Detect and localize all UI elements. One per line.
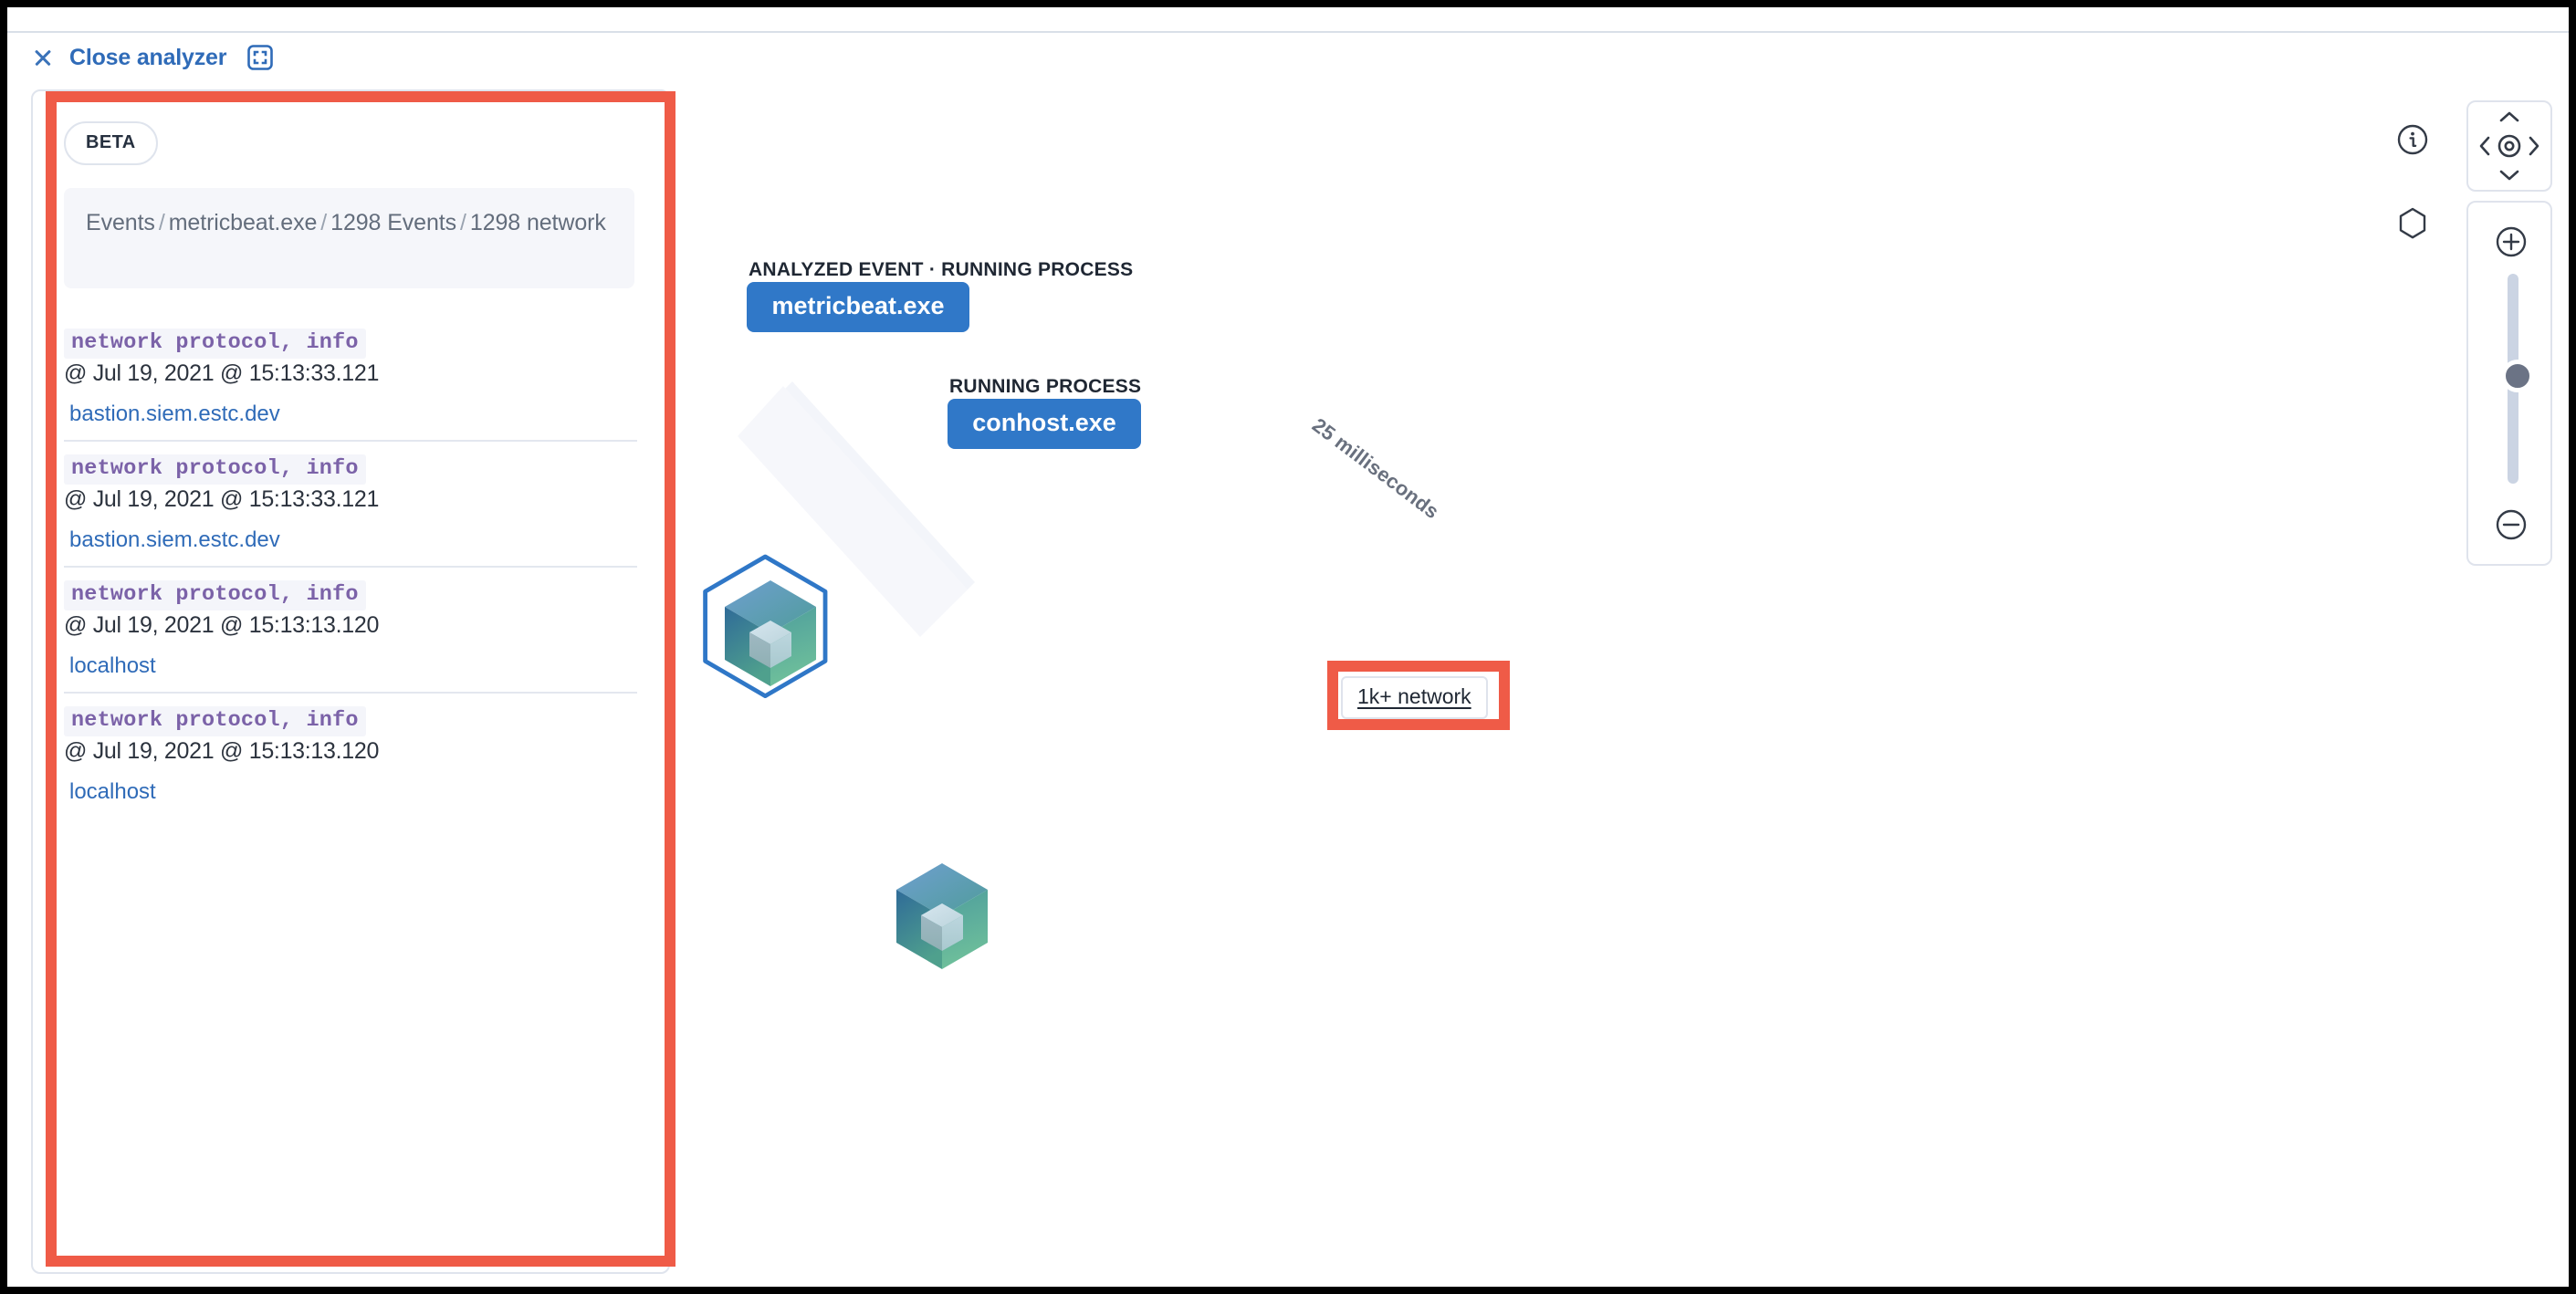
breadcrumb-container: Events / metricbeat.exe/1298 Events/1298 n… xyxy=(64,188,634,288)
beta-badge: BETA xyxy=(64,121,158,165)
screenshot-frame: Close analyzer BETA Events / metricbeat.ex… xyxy=(0,0,2576,1294)
node-label-conhost[interactable]: conhost.exe xyxy=(948,399,1141,449)
pan-control-panel xyxy=(2466,100,2552,192)
breadcrumb-part-events-count[interactable]: 1298 Events xyxy=(330,210,456,235)
event-kind-badge: network protocol, info xyxy=(64,454,366,485)
top-divider-bar xyxy=(7,7,2569,33)
hexagon-legend-icon[interactable] xyxy=(2393,204,2432,243)
zoom-control-panel xyxy=(2466,201,2552,566)
event-timestamp: @ Jul 19, 2021 @ 15:13:13.120 xyxy=(64,612,380,638)
breadcrumb-separator: / xyxy=(158,210,165,235)
event-host-link[interactable]: localhost xyxy=(69,653,637,679)
breadcrumb-separator: / xyxy=(460,210,466,235)
related-events-pill[interactable]: 1k+ network xyxy=(1341,676,1488,719)
event-kind-badge: network protocol, info xyxy=(64,706,366,736)
breadcrumb-separator: / xyxy=(320,210,328,235)
analyzer-header: Close analyzer xyxy=(7,33,2569,89)
node-title-analyzed-event: ANALYZED EVENT · RUNNING PROCESS xyxy=(749,259,1134,280)
breadcrumb-part-events[interactable]: Events xyxy=(86,210,155,235)
chevron-left-icon xyxy=(2479,136,2490,156)
list-item[interactable]: network protocol, info @ Jul 19, 2021 @ … xyxy=(64,694,637,819)
list-item[interactable]: network protocol, info @ Jul 19, 2021 @ … xyxy=(64,442,637,568)
event-timestamp: @ Jul 19, 2021 @ 15:13:13.120 xyxy=(64,738,380,764)
analyzer-page: Close analyzer BETA Events / metricbeat.ex… xyxy=(7,7,2569,1287)
edge-duration-label: 25 milliseconds xyxy=(1307,413,1444,524)
fullscreen-icon[interactable] xyxy=(246,44,274,71)
pan-control-icons xyxy=(2479,111,2539,181)
node-label-metricbeat[interactable]: metricbeat.exe xyxy=(747,282,969,332)
close-analyzer-button[interactable]: Close analyzer xyxy=(31,44,274,71)
list-item[interactable]: network protocol, info @ Jul 19, 2021 @ … xyxy=(64,316,637,442)
breadcrumb: Events / metricbeat.exe/1298 Events/1298 n… xyxy=(86,208,613,238)
list-item[interactable]: network protocol, info @ Jul 19, 2021 @ … xyxy=(64,568,637,694)
events-panel-content: BETA Events / metricbeat.exe/1298 Events/1… xyxy=(33,91,668,1272)
zoom-out-minus-icon[interactable] xyxy=(2492,506,2530,548)
event-kind-badge: network protocol, info xyxy=(64,580,366,610)
panel-horizontal-scrollbar[interactable] xyxy=(68,1258,632,1265)
events-panel: BETA Events / metricbeat.exe/1298 Events/1… xyxy=(31,89,670,1274)
zoom-slider-thumb[interactable] xyxy=(2501,360,2534,392)
chevron-down-icon xyxy=(2499,170,2519,181)
breadcrumb-part-network-count[interactable]: 1298 network xyxy=(470,210,606,235)
process-graph-canvas[interactable]: 25 milliseconds ANALYZED EVENT · RUNNING… xyxy=(683,89,2569,1287)
event-timestamp: @ Jul 19, 2021 @ 15:13:33.121 xyxy=(64,486,380,512)
related-events-pill-label: 1k+ network xyxy=(1357,684,1471,708)
close-x-icon xyxy=(31,46,55,69)
event-host-link[interactable]: bastion.siem.estc.dev xyxy=(69,527,637,553)
center-target-icon xyxy=(2497,134,2521,158)
event-list: network protocol, info @ Jul 19, 2021 @ … xyxy=(33,316,668,819)
event-host-link[interactable]: localhost xyxy=(69,779,637,805)
chevron-right-icon xyxy=(2529,136,2539,156)
event-timestamp: @ Jul 19, 2021 @ 15:13:33.121 xyxy=(64,360,380,386)
close-analyzer-label: Close analyzer xyxy=(69,44,227,70)
event-kind-badge: network protocol, info xyxy=(64,329,366,359)
chevron-up-icon xyxy=(2499,111,2519,122)
event-host-link[interactable]: bastion.siem.estc.dev xyxy=(69,402,637,427)
breadcrumb-part-process[interactable]: metricbeat.exe xyxy=(169,210,318,235)
info-circle-icon[interactable] xyxy=(2393,120,2432,159)
zoom-in-plus-icon[interactable] xyxy=(2492,223,2530,266)
node-title-running-process: RUNNING PROCESS xyxy=(949,376,1142,397)
